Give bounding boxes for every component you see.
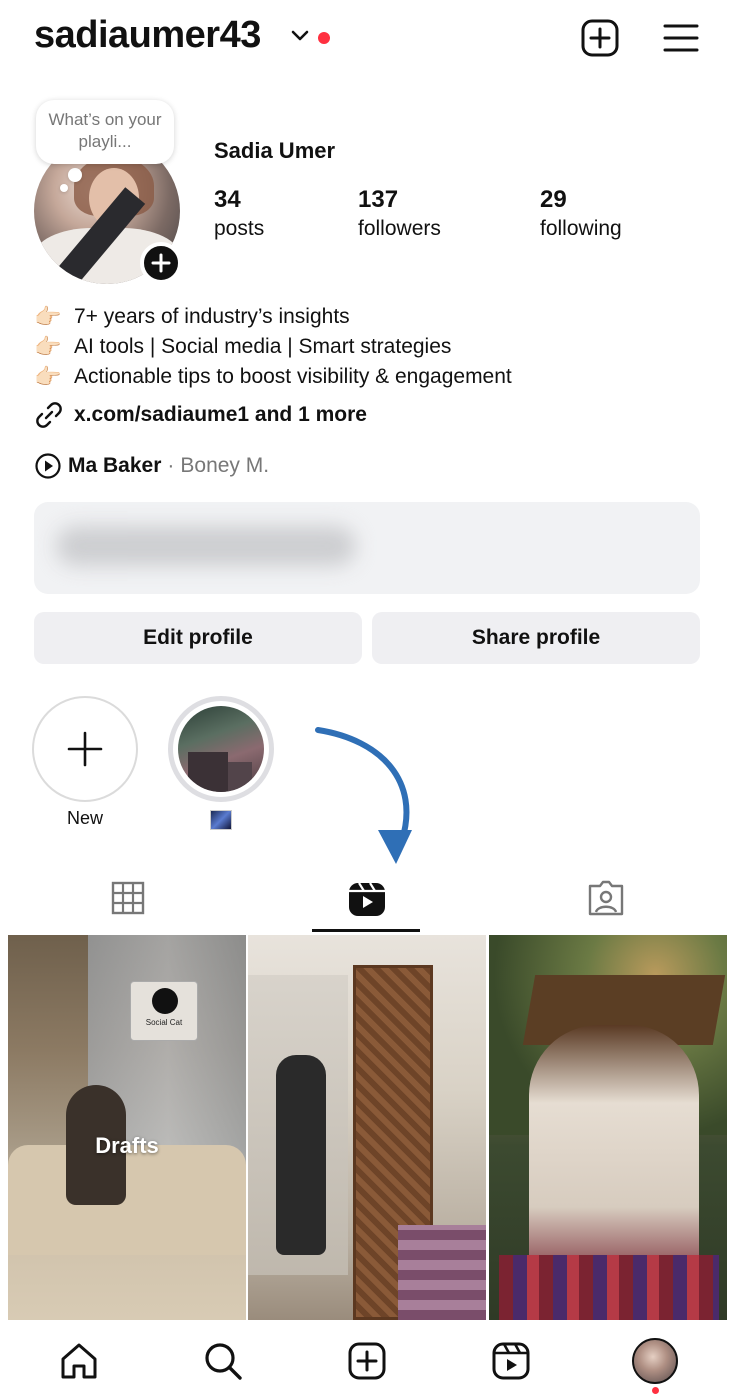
top-bar: sadiaumer43 [0, 0, 742, 80]
menu-icon[interactable] [662, 20, 700, 56]
highlight-new-circle [32, 696, 138, 802]
drafts-label: Drafts [95, 1133, 159, 1158]
tagged-icon[interactable] [586, 878, 626, 918]
reels-nav-icon[interactable] [490, 1340, 532, 1382]
pointing-hand-icon: 👉🏻 [34, 334, 62, 359]
home-icon[interactable] [58, 1340, 100, 1382]
cat-logo-icon [152, 988, 178, 1014]
add-story-button[interactable] [140, 242, 182, 284]
music-artist: Boney M. [180, 454, 270, 477]
stat-following[interactable]: 29 following [540, 186, 622, 244]
reel-tile[interactable] [248, 935, 486, 1320]
link-icon [36, 402, 62, 428]
music-separator: · [167, 454, 175, 477]
reel-tile[interactable] [489, 935, 727, 1320]
highlight-cover-image [178, 706, 264, 792]
bio: 👉🏻 7+ years of industry’s insights 👉🏻 AI… [34, 302, 512, 392]
professional-dashboard-card[interactable] [34, 502, 700, 594]
edit-profile-button[interactable]: Edit profile [34, 612, 362, 664]
profile-nav-avatar[interactable] [632, 1338, 678, 1384]
bio-text: 7+ years of industry’s insights [74, 305, 350, 328]
bio-text: Actionable tips to boost visibility & en… [74, 365, 512, 388]
stat-value: 34 [214, 186, 241, 213]
plus-icon [151, 253, 171, 273]
stat-label: posts [214, 217, 265, 240]
stat-value: 29 [540, 186, 567, 213]
create-plus-icon[interactable] [580, 18, 620, 58]
highlight-label-image [210, 810, 232, 830]
play-circle-icon [35, 453, 61, 479]
highlight-ring [168, 696, 274, 802]
create-icon[interactable] [346, 1340, 388, 1382]
profile-music[interactable]: Ma Baker · Boney M. [34, 452, 269, 480]
pointing-hand-icon: 👉🏻 [34, 364, 62, 389]
reel-tile-drafts[interactable]: Social Cat Drafts [8, 935, 246, 1320]
profile-link-text: x.com/sadiaume1 and 1 more [74, 403, 367, 426]
profile-tabs [0, 868, 742, 934]
stat-followers[interactable]: 137 followers [358, 186, 441, 244]
stat-value: 137 [358, 186, 399, 213]
share-profile-button[interactable]: Share profile [372, 612, 700, 664]
note-bubble[interactable]: What’s on your playli... [36, 100, 174, 164]
stat-label: followers [358, 217, 441, 240]
note-bubble-tail [68, 168, 82, 182]
social-cat-sign: Social Cat [130, 981, 198, 1041]
sign-text: Social Cat [145, 1018, 183, 1027]
bio-text: AI tools | Social media | Smart strategi… [74, 335, 452, 358]
nav-notification-dot [652, 1387, 659, 1394]
highlight-label: New [66, 808, 103, 828]
bio-line: 👉🏻 Actionable tips to boost visibility &… [34, 362, 512, 392]
profile-link[interactable]: x.com/sadiaume1 and 1 more [34, 400, 367, 430]
bio-line: 👉🏻 AI tools | Social media | Smart strat… [34, 332, 512, 362]
grid-icon[interactable] [110, 878, 146, 918]
plus-icon [67, 731, 103, 767]
annotation-arrow-icon [315, 727, 412, 864]
chevron-down-icon[interactable] [290, 28, 310, 44]
reels-grid: Social Cat Drafts [8, 935, 728, 1320]
search-icon[interactable] [202, 1340, 244, 1382]
bio-line: 👉🏻 7+ years of industry’s insights [34, 302, 512, 332]
reels-icon[interactable] [346, 878, 388, 920]
username-switcher[interactable]: sadiaumer43 [34, 14, 261, 57]
bottom-nav [0, 1320, 742, 1400]
display-name: Sadia Umer [214, 138, 336, 163]
music-song: Ma Baker [68, 454, 162, 477]
stat-posts[interactable]: 34 posts [214, 186, 264, 244]
blurred-content [56, 526, 356, 566]
active-tab-indicator [312, 929, 420, 932]
notification-dot [318, 32, 330, 44]
stat-label: following [540, 217, 622, 240]
highlight-story[interactable] [168, 696, 274, 830]
note-bubble-tail-small [60, 184, 68, 192]
highlight-new[interactable]: New [32, 696, 138, 829]
pointing-hand-icon: 👉🏻 [34, 304, 62, 329]
